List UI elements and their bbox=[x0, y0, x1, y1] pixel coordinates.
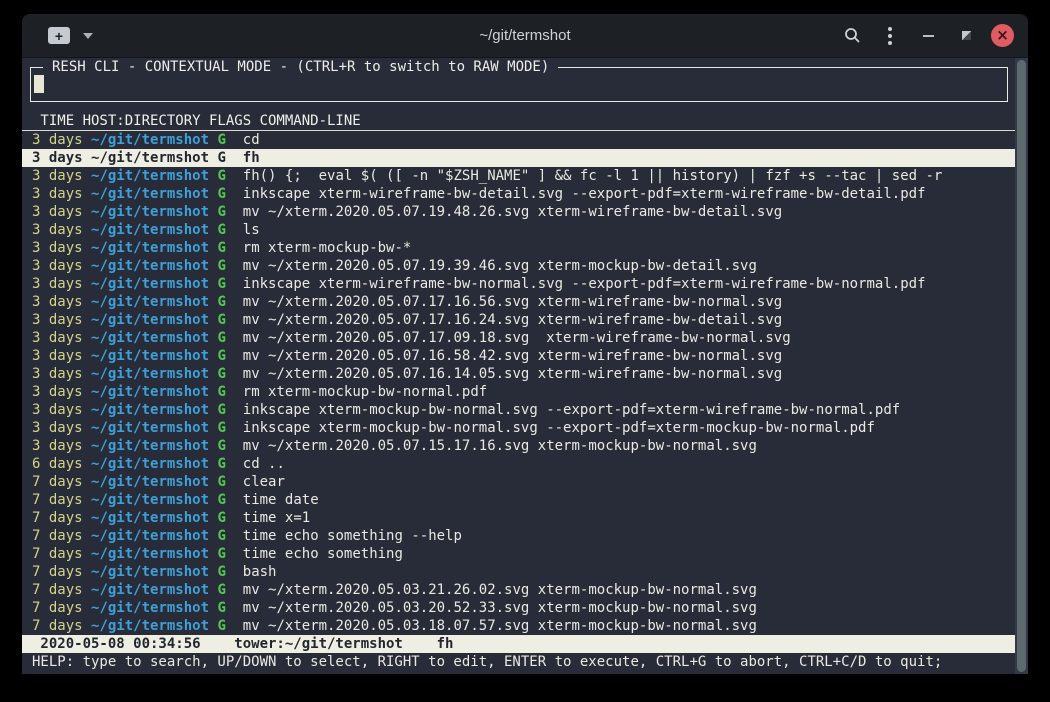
history-row[interactable]: 3 days ~/git/termshot G fh bbox=[22, 149, 1015, 167]
minimize-button[interactable] bbox=[915, 23, 941, 49]
scrollbar[interactable] bbox=[1015, 58, 1028, 674]
history-row[interactable]: 7 days ~/git/termshot G time x=1 bbox=[22, 509, 1015, 527]
kebab-menu-icon bbox=[888, 27, 892, 45]
titlebar[interactable]: + ~/git/termshot bbox=[22, 14, 1028, 58]
history-row[interactable]: 6 days ~/git/termshot G cd .. bbox=[22, 455, 1015, 473]
history-row[interactable]: 3 days ~/git/termshot G ls bbox=[22, 221, 1015, 239]
chevron-down-icon[interactable] bbox=[83, 33, 93, 39]
terminal-window: + ~/git/termshot bbox=[22, 14, 1028, 674]
terminal-screen[interactable]: RESH CLI - CONTEXTUAL MODE - (CTRL+R to … bbox=[22, 58, 1028, 674]
history-row[interactable]: 3 days ~/git/termshot G cd bbox=[22, 131, 1015, 149]
close-icon: × bbox=[996, 28, 1009, 43]
history-row[interactable]: 7 days ~/git/termshot G time echo someth… bbox=[22, 545, 1015, 563]
history-row[interactable]: 3 days ~/git/termshot G inkscape xterm-m… bbox=[22, 401, 1015, 419]
history-row[interactable]: 3 days ~/git/termshot G inkscape xterm-w… bbox=[22, 275, 1015, 293]
restore-icon bbox=[962, 31, 971, 40]
search-button[interactable] bbox=[839, 23, 865, 49]
column-header: TIME HOST:DIRECTORY FLAGS COMMAND-LINE bbox=[22, 112, 1015, 131]
history-row[interactable]: 7 days ~/git/termshot G time echo someth… bbox=[22, 527, 1015, 545]
new-tab-plus-icon: + bbox=[55, 29, 63, 43]
text-cursor bbox=[34, 75, 44, 93]
new-tab-button[interactable]: + bbox=[48, 27, 70, 44]
resh-search-box[interactable]: RESH CLI - CONTEXTUAL MODE - (CTRL+R to … bbox=[30, 67, 1008, 102]
history-row[interactable]: 3 days ~/git/termshot G mv ~/xterm.2020.… bbox=[22, 203, 1015, 221]
status-bar: 2020-05-08 00:34:56 tower:~/git/termshot… bbox=[22, 635, 1015, 653]
history-row[interactable]: 7 days ~/git/termshot G mv ~/xterm.2020.… bbox=[22, 617, 1015, 635]
history-row[interactable]: 3 days ~/git/termshot G mv ~/xterm.2020.… bbox=[22, 437, 1015, 455]
history-row[interactable]: 7 days ~/git/termshot G time date bbox=[22, 491, 1015, 509]
history-row[interactable]: 3 days ~/git/termshot G rm xterm-mockup-… bbox=[22, 239, 1015, 257]
history-row[interactable]: 7 days ~/git/termshot G clear bbox=[22, 473, 1015, 491]
history-row[interactable]: 3 days ~/git/termshot G inkscape xterm-w… bbox=[22, 185, 1015, 203]
history-row[interactable]: 3 days ~/git/termshot G mv ~/xterm.2020.… bbox=[22, 293, 1015, 311]
history-row[interactable]: 3 days ~/git/termshot G inkscape xterm-m… bbox=[22, 419, 1015, 437]
resh-box-title: RESH CLI - CONTEXTUAL MODE - (CTRL+R to … bbox=[43, 58, 558, 76]
scrollbar-thumb[interactable] bbox=[1017, 60, 1026, 672]
history-list: 3 days ~/git/termshot G cd3 days ~/git/t… bbox=[22, 131, 1015, 635]
minimize-icon bbox=[923, 35, 934, 37]
history-row[interactable]: 3 days ~/git/termshot G mv ~/xterm.2020.… bbox=[22, 365, 1015, 383]
history-row[interactable]: 3 days ~/git/termshot G mv ~/xterm.2020.… bbox=[22, 257, 1015, 275]
menu-button[interactable] bbox=[877, 23, 903, 49]
history-row[interactable]: 3 days ~/git/termshot G mv ~/xterm.2020.… bbox=[22, 329, 1015, 347]
history-row[interactable]: 7 days ~/git/termshot G mv ~/xterm.2020.… bbox=[22, 581, 1015, 599]
restore-button[interactable] bbox=[953, 23, 979, 49]
history-row[interactable]: 3 days ~/git/termshot G mv ~/xterm.2020.… bbox=[22, 311, 1015, 329]
history-row[interactable]: 3 days ~/git/termshot G mv ~/xterm.2020.… bbox=[22, 347, 1015, 365]
search-icon bbox=[844, 27, 861, 44]
history-row[interactable]: 3 days ~/git/termshot G fh() {; eval $( … bbox=[22, 167, 1015, 185]
history-row[interactable]: 7 days ~/git/termshot G mv ~/xterm.2020.… bbox=[22, 599, 1015, 617]
history-row[interactable]: 3 days ~/git/termshot G rm xterm-mockup-… bbox=[22, 383, 1015, 401]
help-bar: HELP: type to search, UP/DOWN to select,… bbox=[22, 653, 1015, 671]
close-button[interactable]: × bbox=[991, 24, 1014, 47]
history-row[interactable]: 7 days ~/git/termshot G bash bbox=[22, 563, 1015, 581]
